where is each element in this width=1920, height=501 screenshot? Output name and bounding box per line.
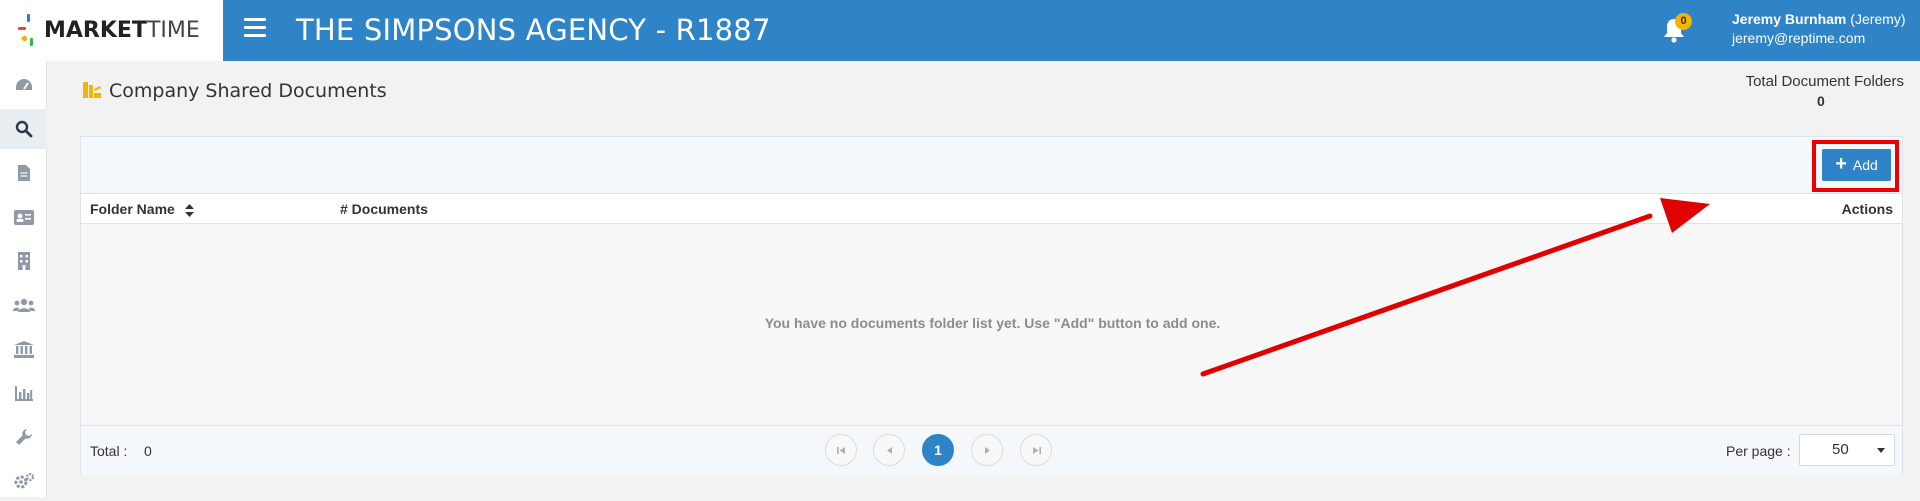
page-title: Company Shared Documents xyxy=(109,80,387,102)
sidebar-item-documents[interactable] xyxy=(0,153,47,193)
logo-mark-icon xyxy=(18,13,40,48)
gears-icon xyxy=(14,472,34,489)
column-header-actions: Actions xyxy=(1841,201,1893,217)
sidebar-item-tools[interactable] xyxy=(0,417,47,457)
next-page-button[interactable] xyxy=(971,434,1003,466)
per-page-select[interactable]: 50 xyxy=(1799,434,1895,466)
sort-icon xyxy=(184,203,194,217)
shared-documents-icon xyxy=(82,80,102,100)
last-page-icon xyxy=(1032,446,1041,454)
column-header-folder-name[interactable]: Folder Name xyxy=(90,201,194,217)
plus-icon: + xyxy=(1835,153,1847,175)
notification-count-badge: 0 xyxy=(1675,13,1692,30)
previous-page-button[interactable] xyxy=(873,434,905,466)
sidebar-item-dashboard[interactable] xyxy=(0,65,47,105)
sidebar-item-reports[interactable] xyxy=(0,373,47,413)
total-folders-label: Total Document Folders xyxy=(1745,73,1904,90)
total-label: Total : xyxy=(90,443,128,459)
total-value: 0 xyxy=(144,443,152,459)
first-page-button[interactable] xyxy=(825,434,857,466)
search-icon xyxy=(15,120,32,138)
sidebar-item-search[interactable] xyxy=(0,109,47,149)
add-folder-button[interactable]: + Add xyxy=(1822,149,1891,181)
sidebar-item-companies[interactable] xyxy=(0,241,47,281)
total-folders-value: 0 xyxy=(1817,93,1825,109)
agency-title: THE SIMPSONS AGENCY - R1887 xyxy=(296,13,771,47)
user-email: jeremy@reptime.com xyxy=(1732,30,1866,46)
bank-icon xyxy=(13,340,34,358)
wrench-icon xyxy=(15,429,32,445)
bar-chart-icon xyxy=(14,385,33,401)
sidebar-item-users[interactable] xyxy=(0,285,47,325)
sidebar xyxy=(0,61,47,497)
users-icon xyxy=(12,298,35,312)
user-name[interactable]: Jeremy Burnham (Jeremy) xyxy=(1732,11,1906,27)
logo-text: MARKETTIME xyxy=(44,18,200,43)
add-button-label: Add xyxy=(1852,157,1878,173)
documents-panel: + Add Folder Name # Documents Actions Yo… xyxy=(80,136,1903,475)
panel-toolbar: + Add xyxy=(81,137,1902,194)
document-icon xyxy=(17,165,30,181)
empty-state-message: You have no documents folder list yet. U… xyxy=(764,315,1221,331)
table-footer: Total : 0 1 Per page : 50 xyxy=(81,425,1902,475)
per-page-value: 50 xyxy=(1832,441,1849,458)
last-page-button[interactable] xyxy=(1020,434,1052,466)
column-header-documents: # Documents xyxy=(340,201,428,217)
building-icon xyxy=(17,252,30,270)
next-page-icon xyxy=(984,446,990,454)
first-page-icon xyxy=(836,446,845,454)
table-header: Folder Name # Documents Actions xyxy=(81,194,1902,224)
page-number-button[interactable]: 1 xyxy=(922,434,954,466)
sidebar-item-institutions[interactable] xyxy=(0,329,47,369)
chevron-down-icon xyxy=(1877,448,1885,453)
contact-card-icon xyxy=(13,209,34,225)
sidebar-item-contacts[interactable] xyxy=(0,197,47,237)
logo[interactable]: MARKETTIME xyxy=(0,0,223,61)
menu-toggle-icon[interactable] xyxy=(244,18,266,38)
sidebar-item-settings[interactable] xyxy=(0,461,47,501)
previous-page-icon xyxy=(886,446,892,454)
top-bar: MARKETTIME THE SIMPSONS AGENCY - R1887 0… xyxy=(0,0,1920,61)
per-page-label: Per page : xyxy=(1726,443,1791,459)
dashboard-icon xyxy=(15,79,32,90)
